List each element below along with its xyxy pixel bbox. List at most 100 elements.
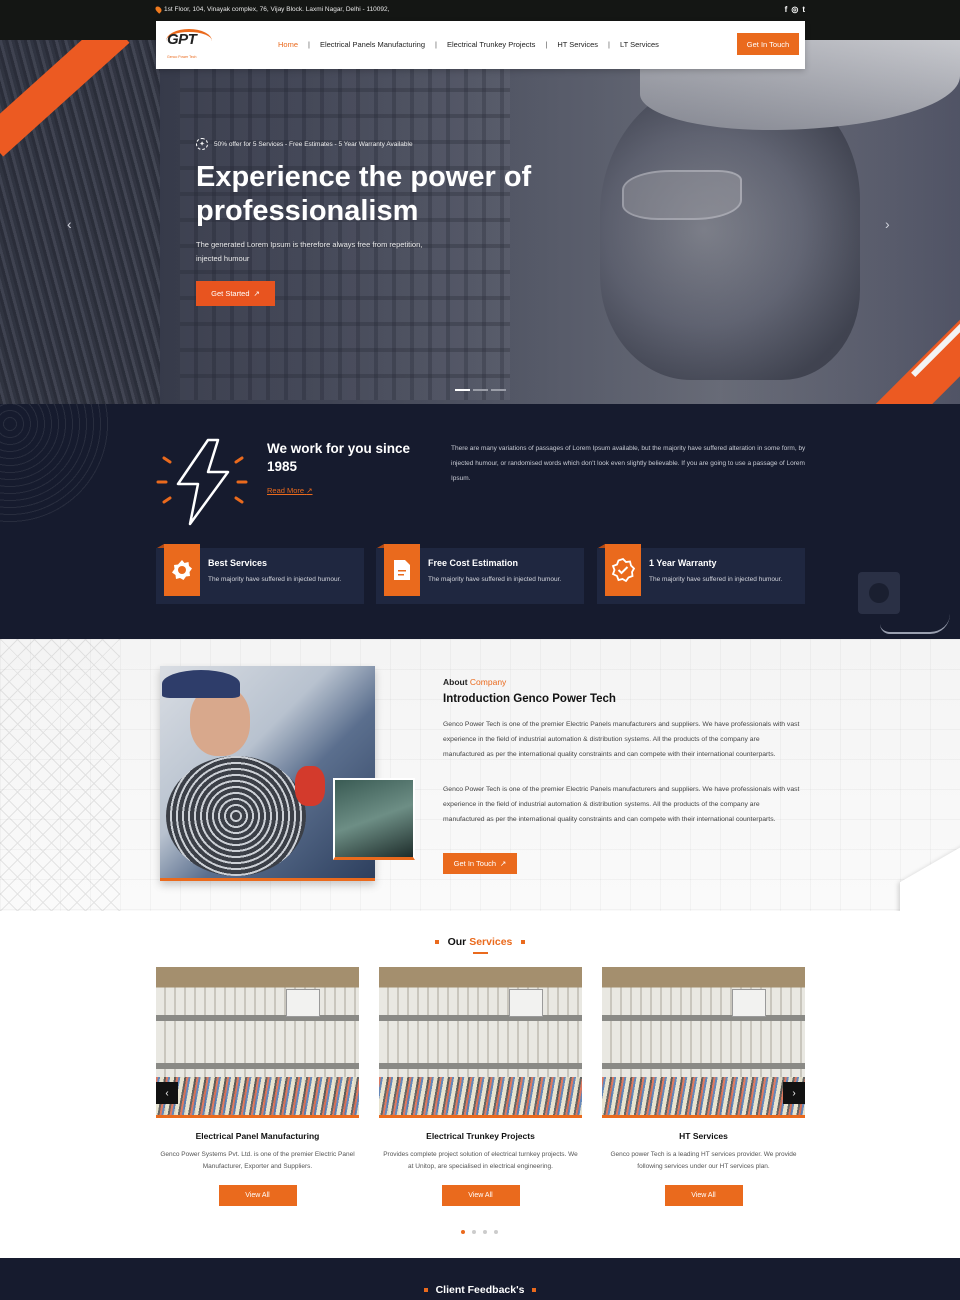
panel-wires <box>156 1077 359 1115</box>
electrical-panel-image <box>156 967 359 1118</box>
experience-title: We work for you since 1985 <box>267 441 411 474</box>
feature-title: Free Cost Estimation <box>428 558 519 568</box>
meter-module <box>732 989 766 1017</box>
get-in-touch-button[interactable]: Get In Touch <box>737 33 799 55</box>
nav-separator: | <box>435 40 437 49</box>
meter-module <box>286 989 320 1017</box>
about-paragraph: Genco Power Tech is one of the premier E… <box>443 786 800 823</box>
din-rail <box>379 1063 582 1069</box>
power-socket-image <box>858 572 900 614</box>
lightning-bolt-icon <box>156 438 248 526</box>
main-navbar: GPT Genco Power Tech Home | Electrical P… <box>156 21 805 69</box>
square-bullet-icon <box>521 940 526 945</box>
feature-desc: The majority have suffered in injected h… <box>428 576 562 583</box>
social-links: f ◎ t <box>785 5 805 14</box>
din-rail <box>602 1015 805 1021</box>
document-icon <box>377 544 420 596</box>
feature-desc: The majority have suffered in injected h… <box>649 576 783 583</box>
read-more-link[interactable]: Read More ↗ <box>267 486 313 495</box>
lightbulb-icon: ✦ <box>196 138 208 150</box>
din-rail <box>156 1015 359 1021</box>
services-heading-highlight: Services <box>469 936 513 948</box>
services-pagination <box>461 1230 498 1234</box>
feature-title: 1 Year Warranty <box>649 558 717 568</box>
nav-item-lt-services[interactable]: LT Services <box>620 40 659 49</box>
location-pin-icon <box>154 5 163 14</box>
carousel-dot[interactable] <box>483 1230 487 1234</box>
view-all-button[interactable]: View All <box>441 1185 520 1206</box>
nav-item-ht-services[interactable]: HT Services <box>557 40 598 49</box>
about-get-in-touch-button[interactable]: Get In Touch ↗ <box>443 853 517 874</box>
get-started-button[interactable]: Get Started ↗ <box>196 281 275 306</box>
feature-desc: The majority have suffered in injected h… <box>208 576 342 583</box>
heading-underline <box>473 952 488 954</box>
feature-card: Best Services The majority have suffered… <box>156 544 364 604</box>
service-desc: Genco Power Systems Pvt. Ltd. is one of … <box>160 1151 355 1170</box>
about-title: Introduction Genco Power Tech <box>443 693 616 705</box>
services-heading-text: Our <box>447 936 467 948</box>
nav-item-electrical-panels[interactable]: Electrical Panels Manufacturing <box>320 40 425 49</box>
client-feedback-section: Client Feedback's <box>0 1258 960 1300</box>
twitter-icon[interactable]: t <box>802 5 805 14</box>
hero-offer-text: 50% offer for 5 Services - Free Estimate… <box>214 140 413 148</box>
view-all-button[interactable]: View All <box>664 1185 743 1206</box>
nav-item-home[interactable]: Home <box>278 40 298 49</box>
service-title: HT Services <box>679 1131 728 1141</box>
address-text: 1st Floor, 104, Vinayak complex, 76, Vij… <box>164 6 390 13</box>
services-prev-button[interactable]: ‹ <box>156 1082 178 1104</box>
arrow-up-right-icon: ↗ <box>253 289 260 298</box>
nav-links: Home | Electrical Panels Manufacturing |… <box>278 40 659 49</box>
slide-dot[interactable] <box>455 389 470 391</box>
service-title: Electrical Trunkey Projects <box>426 1131 535 1141</box>
nav-separator: | <box>608 40 610 49</box>
feedback-heading: Client Feedback's <box>0 1284 960 1296</box>
meter-module <box>509 989 543 1017</box>
experience-paragraph: There are many variations of passages of… <box>451 445 806 482</box>
hero-prev-arrow[interactable]: ‹ <box>67 216 72 232</box>
hero-offer: ✦ 50% offer for 5 Services - Free Estima… <box>196 138 413 150</box>
carousel-dot[interactable] <box>461 1230 465 1234</box>
feature-card: 1 Year Warranty The majority have suffer… <box>597 544 805 604</box>
carousel-dot[interactable] <box>472 1230 476 1234</box>
arrow-up-right-icon: ↗ <box>306 486 313 495</box>
power-wire-image <box>880 614 950 634</box>
din-rail <box>379 1015 582 1021</box>
electrical-panel-image <box>602 967 805 1118</box>
services-next-button[interactable]: › <box>783 1082 805 1104</box>
hero-next-arrow[interactable]: › <box>885 216 890 232</box>
about-button-label: Get In Touch <box>453 859 497 868</box>
service-desc: Genco power Tech is a leading HT service… <box>610 1151 797 1170</box>
slide-dot[interactable] <box>473 389 488 391</box>
address: 1st Floor, 104, Vinayak complex, 76, Vij… <box>154 5 390 14</box>
experience-section: We work for you since 1985 Read More ↗ T… <box>0 404 960 639</box>
slide-dot[interactable] <box>491 389 506 391</box>
instagram-icon[interactable]: ◎ <box>791 5 798 14</box>
service-card: HT Services Genco power Tech is a leadin… <box>602 967 805 1206</box>
logo-text: GPT <box>167 31 197 48</box>
view-all-button[interactable]: View All <box>218 1185 297 1206</box>
about-label-highlight: Company <box>469 677 507 687</box>
nav-separator: | <box>308 40 310 49</box>
hero-title: Experience the power of professionalism <box>196 161 532 227</box>
feature-title: Best Services <box>208 558 268 568</box>
hero-subtitle: The generated Lorem Ipsum is therefore a… <box>196 240 423 263</box>
facebook-icon[interactable]: f <box>785 5 788 14</box>
arrow-up-right-icon: ↗ <box>500 859 507 868</box>
cable-coil <box>166 756 306 876</box>
about-label-text: About <box>443 677 468 687</box>
nav-item-trunkey-projects[interactable]: Electrical Trunkey Projects <box>447 40 535 49</box>
get-started-label: Get Started <box>211 289 250 298</box>
panel-wires <box>379 1077 582 1115</box>
panel-wires <box>602 1077 805 1115</box>
decor-rings <box>0 404 110 524</box>
services-heading: Our Services <box>0 936 960 948</box>
service-card: Electrical Panel Manufacturing Genco Pow… <box>156 967 359 1206</box>
service-title: Electrical Panel Manufacturing <box>195 1131 320 1141</box>
read-more-label: Read More <box>267 486 305 495</box>
carousel-dot[interactable] <box>494 1230 498 1234</box>
service-desc: Provides complete project solution of el… <box>383 1151 578 1170</box>
feature-card: Free Cost Estimation The majority have s… <box>376 544 584 604</box>
about-label: About Company <box>443 677 506 687</box>
worker-glove <box>295 766 325 806</box>
logo[interactable]: GPT Genco Power Tech <box>166 27 214 63</box>
